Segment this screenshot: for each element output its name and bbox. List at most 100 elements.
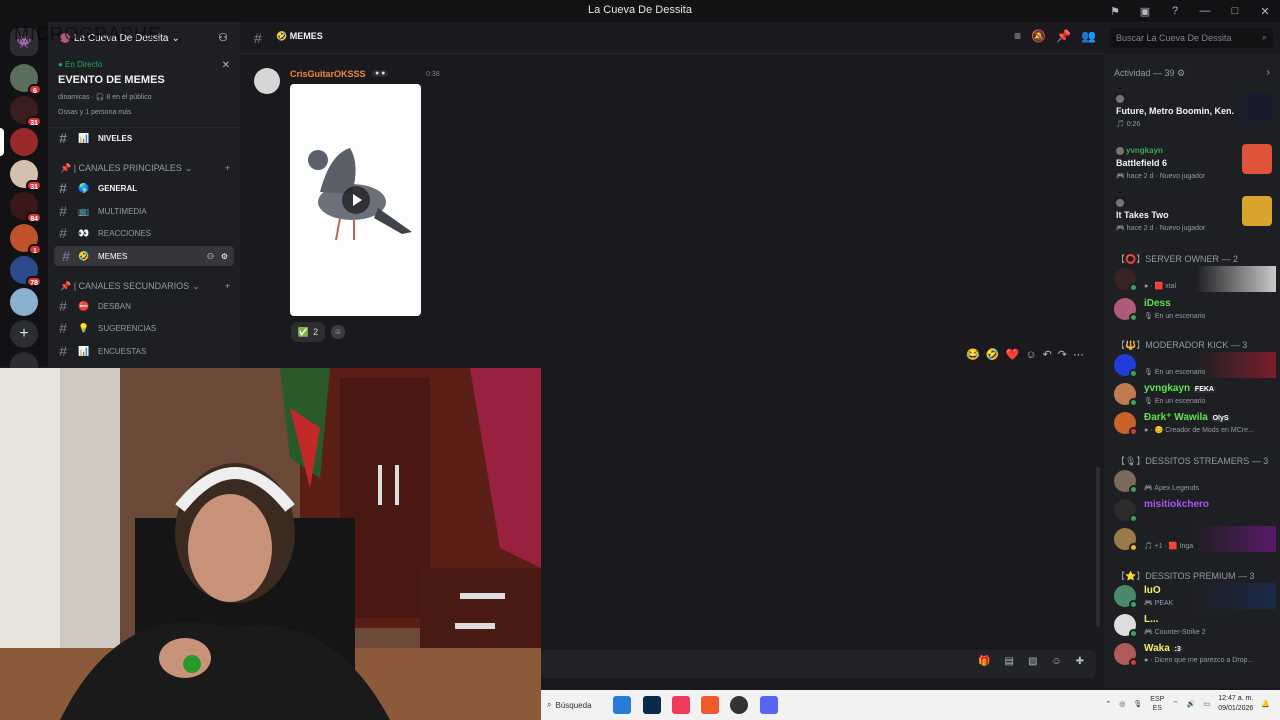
member-row[interactable]: misitiokchero [1112, 497, 1276, 525]
channel-memes[interactable]: # 🤣 MEMES ⚇ ⚙ [54, 246, 234, 266]
channel-emoji: 💡 [78, 322, 90, 333]
event-card[interactable]: ● En Directo EVENTO DE MEMES dinamicas ·… [48, 56, 240, 128]
mute-icon[interactable]: 🔕 [1031, 29, 1046, 43]
reply-icon[interactable]: ↶ [1043, 348, 1052, 361]
member-row[interactable]: 🎮 Apex Legends [1112, 468, 1276, 496]
reaction-laugh[interactable]: 😂 [966, 348, 980, 361]
search-input[interactable]: Buscar La Cueva De Dessita ⌕ [1110, 28, 1273, 48]
notification-icon[interactable]: 🔔 [1261, 700, 1270, 708]
member-row[interactable]: luO 🎮 PEAK [1112, 583, 1276, 611]
add-server-icon[interactable]: + [10, 320, 38, 348]
category-header[interactable]: 📌 | CANALES PRINCIPALES ⌄ + [48, 160, 240, 176]
language-indicator[interactable]: ESP ES [1150, 695, 1164, 713]
inbox-icon[interactable]: ⚑ [1100, 0, 1130, 22]
member-status: ● · 😊 Creador de Mods en MCre... [1144, 427, 1254, 434]
member-row[interactable]: iDess 🎙 En un escenario [1112, 296, 1276, 324]
channel-sugerencias[interactable]: # 💡 SUGERENCIAS [48, 318, 234, 338]
minimize-button[interactable]: — [1190, 0, 1220, 22]
channel-encuestas[interactable]: # 📊 ENCUESTAS [48, 341, 234, 361]
invite-icon[interactable]: ⚇ [218, 31, 228, 44]
member-row[interactable]: L... 🎮 Counter-Strike 2 [1112, 612, 1276, 640]
brave-icon[interactable] [701, 696, 719, 714]
taskbar-search-label: Búsqueda [555, 700, 592, 710]
chevron-right-icon[interactable]: › [1267, 67, 1270, 78]
music-app-icon[interactable] [672, 696, 690, 714]
emoji-icon[interactable]: ☺ [1051, 656, 1061, 667]
forward-icon[interactable]: ↷ [1058, 348, 1067, 361]
channel-general[interactable]: # 🌎 GENERAL [48, 178, 234, 198]
channel-niveles[interactable]: # 📊 NIVELES [48, 128, 234, 148]
discord-icon[interactable] [760, 696, 778, 714]
scrollbar[interactable] [1096, 467, 1100, 627]
message-input[interactable]: 🎁 ▤ ▧ ☺ ✚ [540, 650, 1096, 678]
server-icon[interactable]: 31 [10, 160, 42, 191]
threads-icon[interactable]: ≡ [1014, 29, 1021, 43]
chevron-up-icon[interactable]: ⌃ [1105, 700, 1111, 708]
activity-card[interactable]: yvngkayn Battlefield 6 🎮 hace 2 d · Nuevo … [1112, 144, 1276, 190]
close-icon[interactable]: ✕ [222, 60, 230, 71]
add-reaction-icon[interactable]: ☺ [331, 325, 345, 339]
pin-icon[interactable]: 📌 [1056, 29, 1071, 43]
system-tray: ⌃ ◎ 🎙 ESP ES ⌔ 🔊 ▭ 12:47 a. m. 09/01/202… [1105, 694, 1270, 714]
server-icon[interactable]: 31 [10, 96, 42, 127]
server-icon[interactable]: 6 [10, 64, 42, 95]
members-icon[interactable]: 👥 [1081, 29, 1096, 43]
add-channel-icon[interactable]: + [225, 281, 230, 291]
add-channel-icon[interactable]: + [225, 163, 230, 173]
member-row[interactable]: Waka :3 ● · Dicen que me parezco a Drop..… [1112, 641, 1276, 669]
battery-icon[interactable]: ▭ [1204, 700, 1211, 708]
microphone-icon[interactable]: 🎙 [1133, 700, 1142, 708]
server-icon[interactable]: 84 [10, 192, 42, 223]
activity-card[interactable]: It Takes Two 🎮 hace 2 d · Nuevo jugador [1112, 196, 1276, 242]
sticker-icon[interactable]: ▧ [1028, 656, 1037, 667]
network-icon[interactable]: ◎ [1119, 700, 1125, 708]
gift-icon[interactable]: 🎁 [978, 656, 990, 667]
taskbar-search[interactable]: ⌕ Búsqueda [543, 695, 611, 715]
member-row[interactable]: yvngkayn FEKA 🎙 En un escenario [1112, 381, 1276, 409]
activity-sub: 🎮 hace 2 d · Nuevo jugador [1116, 173, 1206, 180]
apps-icon[interactable]: ✚ [1076, 656, 1084, 667]
server-header[interactable]: La Cueva De Dessita ⌄ ⚇ [48, 22, 240, 54]
server-icon[interactable] [10, 288, 38, 316]
file-explorer-icon[interactable] [613, 696, 631, 714]
member-row[interactable]: 🎵 +1 · 🟥 Inga [1112, 526, 1276, 554]
maximize-button[interactable]: □ [1220, 0, 1250, 22]
channel-reacciones[interactable]: # 👀 REACCIONES [48, 223, 234, 243]
member-row[interactable]: ● · 🟥 xtal [1112, 266, 1276, 294]
wifi-icon[interactable]: ⌔ [1172, 700, 1179, 709]
play-icon[interactable] [342, 186, 370, 214]
activity-card[interactable]: Future, Metro Boomin, Ken... 🎵 0:26 [1112, 92, 1276, 138]
window-title: La Cueva De Dessita [588, 4, 692, 16]
message-username[interactable]: CrisGuitarOKSSS [290, 69, 366, 79]
gear-icon[interactable]: ⚙ [221, 252, 228, 261]
video-attachment[interactable] [290, 84, 421, 316]
server-icon[interactable] [10, 128, 38, 156]
channel-sidebar: La Cueva De Dessita ⌄ ⚇ ● En Directo EVE… [48, 22, 240, 368]
hash-icon: # [59, 225, 67, 241]
reaction-rofl[interactable]: 🤣 [986, 348, 1000, 361]
channel-multimedia[interactable]: # 📺 MULTIMEDIA [48, 201, 234, 221]
hash-icon: # [59, 343, 67, 359]
invite-icon[interactable]: ⚇ [207, 252, 214, 261]
add-reaction-icon[interactable]: ☺ [1025, 349, 1036, 361]
volume-icon[interactable]: 🔊 [1187, 700, 1196, 708]
screen-icon[interactable]: ▣ [1130, 0, 1160, 22]
more-icon[interactable]: ⋯ [1073, 348, 1084, 361]
server-icon[interactable]: 1 [10, 224, 42, 255]
help-icon[interactable]: ? [1160, 0, 1190, 22]
clock[interactable]: 12:47 a. m. 09/01/2026 [1218, 694, 1253, 714]
category-header[interactable]: 📌 | CANALES SECUNDARIOS ⌄ + [48, 278, 240, 294]
close-button[interactable]: ✕ [1250, 0, 1280, 22]
server-icon[interactable]: 78 [10, 256, 42, 287]
channel-desban[interactable]: # ⛔ DESBAN [48, 296, 234, 316]
gif-icon[interactable]: ▤ [1004, 656, 1013, 667]
member-row[interactable]: Ðark⁺ Wawila OlyS ● · 😊 Creador de Mods e… [1112, 410, 1276, 438]
obs-icon[interactable] [730, 696, 748, 714]
direct-messages-icon[interactable]: 👾 [10, 28, 38, 56]
member-row[interactable]: 🎙 En un escenario [1112, 352, 1276, 380]
user-tag: ● ● [372, 70, 389, 77]
photoshop-icon[interactable] [643, 696, 661, 714]
reaction-chip[interactable]: ✅ 2 [291, 322, 325, 342]
avatar[interactable] [254, 68, 280, 94]
reaction-heart[interactable]: ❤️ [1006, 348, 1020, 361]
